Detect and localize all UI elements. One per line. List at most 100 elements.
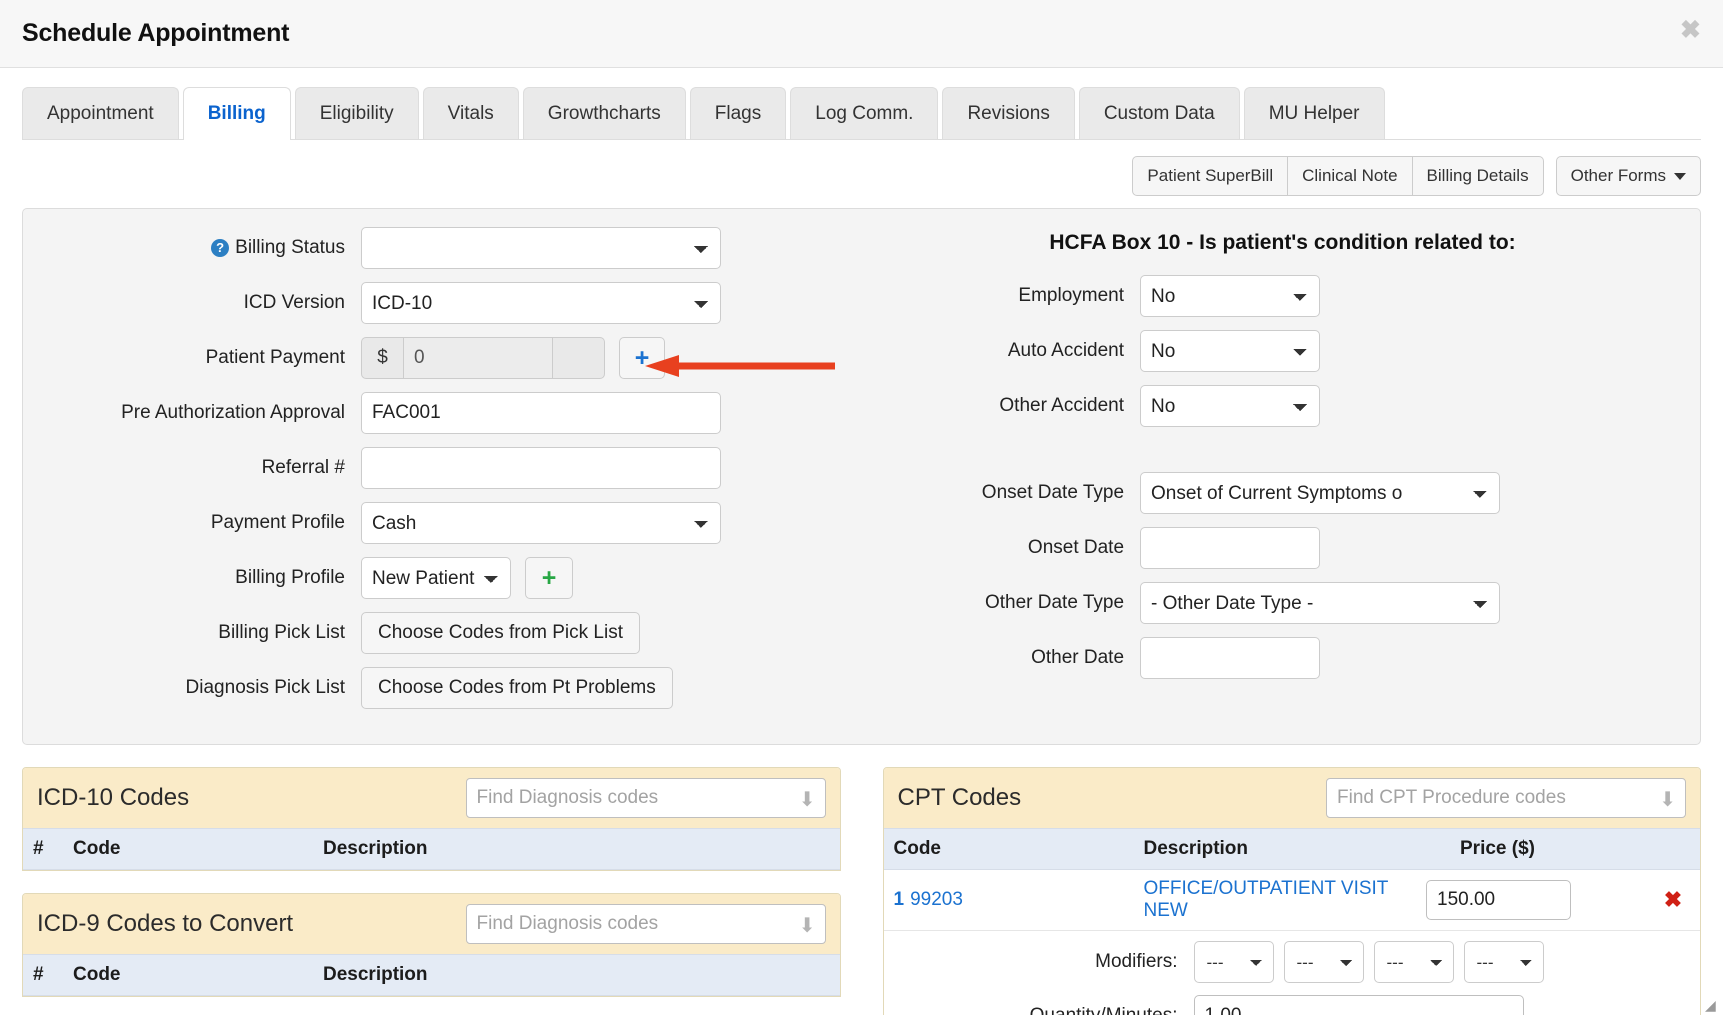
icd9-search-input[interactable] — [465, 904, 826, 944]
quantity-label: Quantity/Minutes: — [894, 1005, 1194, 1015]
pre-auth-row: Pre Authorization Approval — [31, 392, 895, 434]
clinical-note-button[interactable]: Clinical Note — [1288, 156, 1413, 196]
pre-auth-input[interactable] — [361, 392, 721, 434]
other-accident-select[interactable]: No — [1140, 385, 1321, 427]
tab-flags[interactable]: Flags — [689, 87, 787, 139]
delete-cpt-row-button[interactable]: ✖ — [1656, 886, 1690, 914]
code-tables: ICD-10 Codes ⬇ # Code Description ICD-9 … — [22, 767, 1701, 1015]
resize-handle-icon[interactable]: ◢ — [1705, 997, 1721, 1013]
cpt-search-input[interactable] — [1326, 778, 1686, 818]
employment-label: Employment — [1018, 285, 1125, 306]
icd10-search-box: ⬇ — [465, 778, 826, 818]
cpt-price-input[interactable] — [1426, 880, 1571, 920]
patient-superbill-button[interactable]: Patient SuperBill — [1132, 156, 1289, 196]
icd-version-row: ICD Version ICD-10 — [31, 282, 895, 324]
cpt-row-description[interactable]: OFFICE/OUTPATIENT VISIT NEW — [1144, 878, 1427, 922]
tab-revisions[interactable]: Revisions — [942, 87, 1075, 139]
tab-eligibility[interactable]: Eligibility — [294, 87, 419, 139]
icd-version-label: ICD Version — [243, 292, 345, 313]
tab-log-comm[interactable]: Log Comm. — [790, 87, 939, 139]
icd9-panel-title: ICD-9 Codes to Convert — [37, 910, 294, 937]
auto-accident-select[interactable]: No — [1140, 330, 1321, 372]
icd-version-select[interactable]: ICD-10 — [361, 282, 721, 324]
cpt-row-code-value: 99203 — [910, 889, 963, 910]
tab-mu-helper[interactable]: MU Helper — [1243, 87, 1385, 139]
billing-details-button[interactable]: Billing Details — [1412, 156, 1544, 196]
icd9-panel-header: ICD-9 Codes to Convert ⬇ — [23, 894, 840, 954]
cpt-table-header: Code Description Price ($) — [883, 828, 1700, 870]
hcfa-spacer — [895, 440, 1700, 472]
billing-profile-select[interactable]: New Patient — [361, 557, 511, 599]
chevron-down-icon — [1674, 173, 1686, 181]
tab-growthcharts[interactable]: Growthcharts — [522, 87, 686, 139]
auto-accident-label: Auto Accident — [1007, 340, 1125, 361]
employment-select[interactable]: No — [1140, 275, 1321, 317]
billing-status-label-text: Billing Status — [235, 237, 345, 258]
icd-column: ICD-10 Codes ⬇ # Code Description ICD-9 … — [22, 767, 841, 1015]
cpt-row-price-cell — [1426, 880, 1656, 920]
auto-accident-row: Auto Accident No — [895, 330, 1700, 372]
icd10-col-code: Code — [73, 838, 121, 859]
choose-codes-from-pt-problems-button[interactable]: Choose Codes from Pt Problems — [361, 667, 673, 709]
referral-label: Referral # — [261, 457, 345, 478]
billing-pick-list-label: Billing Pick List — [218, 622, 345, 643]
other-date-input[interactable] — [1140, 637, 1321, 679]
icd10-table-header: # Code Description — [23, 828, 840, 870]
onset-date-type-label: Onset Date Type — [981, 482, 1125, 503]
other-date-type-select[interactable]: - Other Date Type - — [1140, 582, 1501, 624]
schedule-appointment-modal: Schedule Appointment ✖ Appointment Billi… — [0, 0, 1723, 1015]
cpt-row-index: 1 — [893, 889, 905, 910]
table-row: 199203 OFFICE/OUTPATIENT VISIT NEW ✖ — [883, 870, 1700, 931]
other-date-label: Other Date — [1031, 647, 1125, 668]
modifier-select-1[interactable]: --- — [1193, 941, 1274, 983]
tab-appointment[interactable]: Appointment — [22, 87, 179, 139]
close-icon[interactable]: ✖ — [1680, 18, 1701, 43]
cpt-codes-panel: CPT Codes ⬇ Code Description Price ($) 1… — [882, 767, 1701, 1015]
tab-custom-data[interactable]: Custom Data — [1078, 87, 1240, 139]
onset-date-row: Onset Date — [895, 527, 1700, 569]
cpt-row-code[interactable]: 1 99203 — [894, 889, 1144, 911]
icd9-col-num: # — [33, 964, 44, 985]
patient-payment-input[interactable] — [403, 337, 553, 379]
onset-date-input[interactable] — [1140, 527, 1321, 569]
add-billing-profile-button[interactable]: + — [525, 557, 573, 599]
payment-profile-select[interactable]: Cash — [361, 502, 721, 544]
employment-row: Employment No — [895, 275, 1700, 317]
other-accident-label: Other Accident — [999, 395, 1125, 416]
referral-input[interactable] — [361, 447, 721, 489]
tab-billing[interactable]: Billing — [182, 87, 291, 140]
billing-form-column: ? Billing Status ICD Version ICD-10 Patie… — [23, 227, 895, 722]
other-forms-dropdown[interactable]: Other Forms — [1555, 156, 1701, 196]
choose-codes-from-pick-list-button[interactable]: Choose Codes from Pick List — [361, 612, 640, 654]
payment-profile-label: Payment Profile — [210, 512, 345, 533]
icd9-col-desc: Description — [323, 964, 428, 985]
billing-status-select[interactable] — [361, 227, 721, 269]
billing-pick-list-row: Billing Pick List Choose Codes from Pick… — [31, 612, 895, 654]
modifiers-label: Modifiers: — [1095, 951, 1178, 972]
other-accident-row: Other Accident No — [895, 385, 1700, 427]
patient-payment-label: Patient Payment — [205, 347, 345, 368]
tab-vitals[interactable]: Vitals — [422, 87, 519, 139]
modifier-select-4[interactable]: --- — [1463, 941, 1544, 983]
patient-payment-input-group: $ — [361, 337, 605, 379]
modifier-select-3[interactable]: --- — [1373, 941, 1454, 983]
billing-profile-label: Billing Profile — [235, 567, 345, 588]
cpt-col-code: Code — [893, 838, 942, 859]
icd10-search-input[interactable] — [465, 778, 826, 818]
onset-date-type-row: Onset Date Type Onset of Current Symptom… — [895, 472, 1700, 514]
other-date-type-row: Other Date Type - Other Date Type - — [895, 582, 1700, 624]
icd10-codes-panel: ICD-10 Codes ⬇ # Code Description — [22, 767, 841, 871]
help-icon[interactable]: ? — [211, 239, 230, 257]
icd9-codes-panel: ICD-9 Codes to Convert ⬇ # Code Descript… — [22, 893, 841, 997]
onset-date-type-select[interactable]: Onset of Current Symptoms o — [1140, 472, 1501, 514]
page-title: Schedule Appointment — [22, 19, 290, 47]
referral-row: Referral # — [31, 447, 895, 489]
cpt-panel-title: CPT Codes — [897, 784, 1022, 811]
add-payment-button[interactable]: + — [619, 337, 665, 379]
modifier-select-2[interactable]: --- — [1283, 941, 1364, 983]
billing-panel: ? Billing Status ICD Version ICD-10 Patie… — [22, 208, 1701, 745]
quantity-input[interactable] — [1193, 995, 1524, 1015]
diagnosis-pick-list-label: Diagnosis Pick List — [185, 677, 345, 698]
cpt-column: CPT Codes ⬇ Code Description Price ($) 1… — [882, 767, 1701, 1015]
currency-symbol: $ — [361, 337, 403, 379]
